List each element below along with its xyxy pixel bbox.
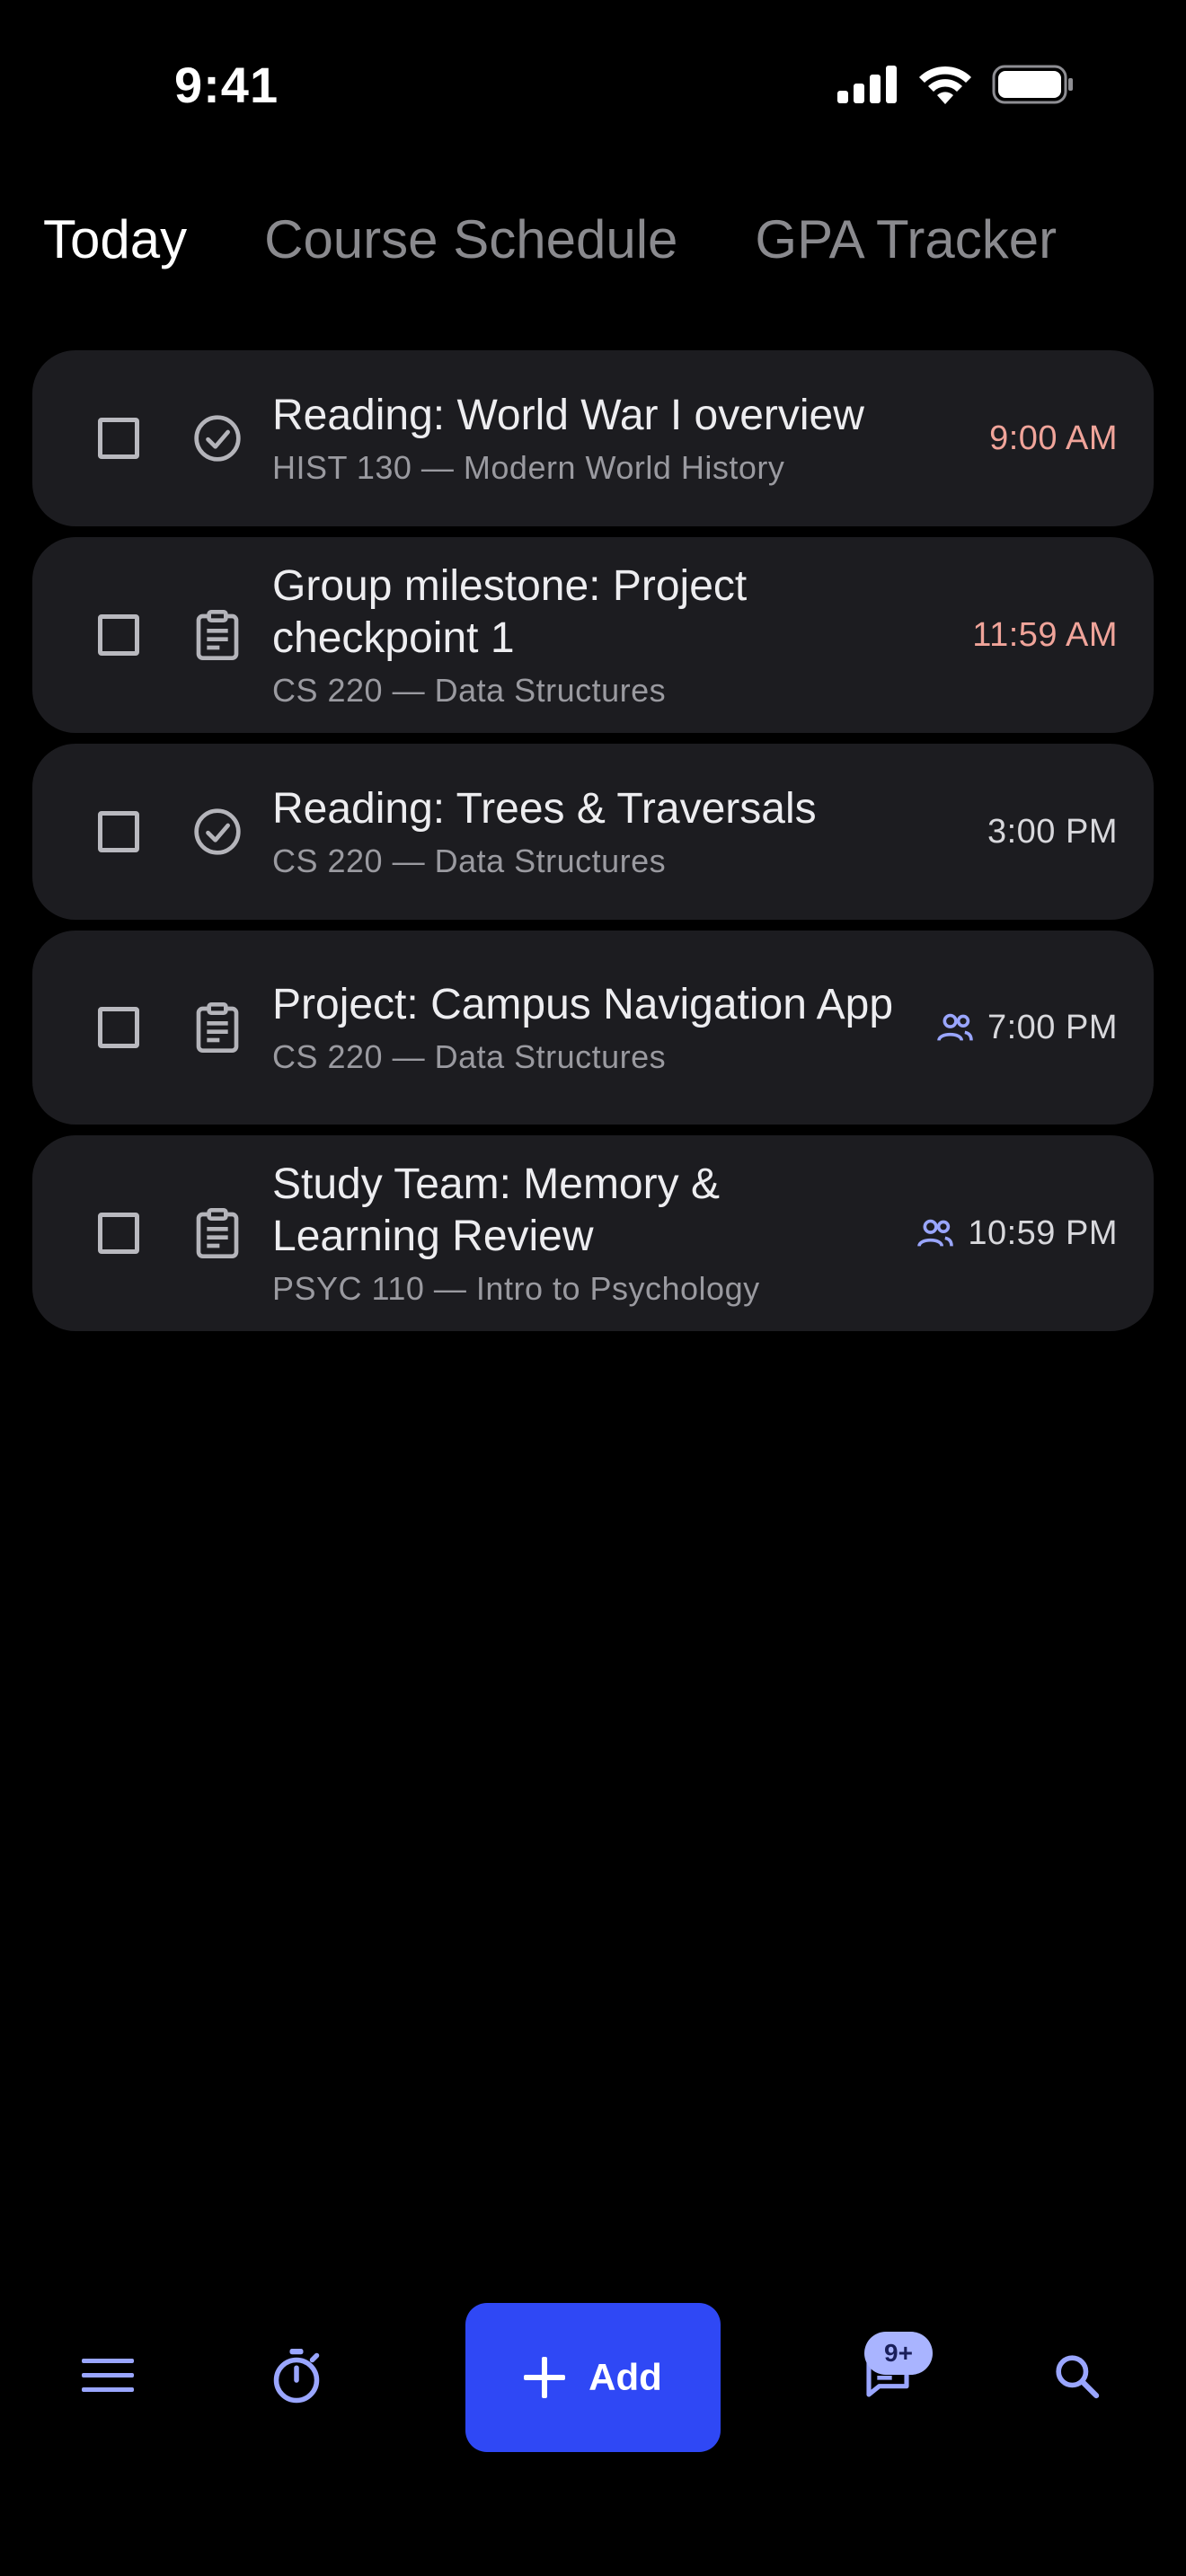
task-item[interactable]: Reading: Trees & Traversals CS 220 — Dat… — [32, 744, 1154, 920]
task-time: 7:00 PM — [987, 1008, 1118, 1046]
task-checkbox[interactable] — [98, 418, 139, 459]
task-title: Reading: World War I overview — [272, 392, 864, 439]
clipboard-icon — [191, 1001, 243, 1054]
task-checkbox[interactable] — [98, 1213, 139, 1254]
task-meta: 11:59 AM — [972, 616, 1118, 655]
battery-icon — [992, 65, 1073, 104]
task-course: PSYC 110 — Intro to Psychology — [272, 1270, 760, 1307]
task-time: 11:59 AM — [972, 615, 1118, 654]
clipboard-icon — [191, 1207, 243, 1259]
task-text: Study Team: Memory & Learning Review PSY… — [272, 1159, 898, 1308]
status-time: 9:41 — [174, 57, 279, 113]
tab-gpa-tracker[interactable]: GPA Tracker — [755, 208, 1057, 270]
task-meta: 3:00 PM — [987, 813, 1118, 851]
clipboard-icon — [191, 609, 243, 661]
tab-course-schedule[interactable]: Course Schedule — [264, 208, 677, 270]
bottom-nav: Add 9+ — [0, 2299, 1186, 2452]
wifi-icon — [919, 66, 971, 104]
task-course: CS 220 — Data Structures — [272, 1038, 667, 1075]
task-text: Project: Campus Navigation App CS 220 — … — [272, 979, 917, 1076]
status-icons — [837, 65, 1075, 104]
task-checkbox[interactable] — [98, 1007, 139, 1048]
task-checkbox[interactable] — [98, 811, 139, 852]
task-title: Study Team: Memory & Learning Review — [272, 1160, 720, 1260]
task-course: HIST 130 — Modern World History — [272, 449, 785, 486]
messages-badge: 9+ — [864, 2332, 933, 2375]
signal-icon — [837, 66, 897, 103]
menu-icon[interactable] — [72, 2299, 144, 2452]
task-course: CS 220 — Data Structures — [272, 842, 667, 879]
task-time: 3:00 PM — [987, 812, 1118, 851]
task-list: Reading: World War I overview HIST 130 —… — [32, 350, 1154, 1342]
task-title: Reading: Trees & Traversals — [272, 785, 817, 833]
task-item[interactable]: Project: Campus Navigation App CS 220 — … — [32, 931, 1154, 1125]
task-meta: 10:59 PM — [916, 1214, 1118, 1253]
check-circle-icon — [191, 806, 243, 858]
task-time: 10:59 PM — [968, 1213, 1118, 1252]
plus-icon — [524, 2357, 566, 2398]
task-title: Project: Campus Navigation App — [272, 981, 894, 1028]
task-text: Group milestone: Project checkpoint 1 CS… — [272, 560, 954, 710]
group-icon — [937, 1013, 973, 1041]
tab-today[interactable]: Today — [43, 208, 187, 270]
group-icon — [917, 1219, 954, 1247]
add-button[interactable]: Add — [465, 2303, 721, 2452]
task-course: CS 220 — Data Structures — [272, 672, 667, 709]
task-text: Reading: Trees & Traversals CS 220 — Dat… — [272, 783, 969, 880]
timer-icon[interactable] — [261, 2299, 332, 2452]
top-tabs: Today Course Schedule GPA Tracker — [43, 208, 1134, 270]
status-bar: 9:41 — [0, 0, 1186, 171]
task-checkbox[interactable] — [98, 614, 139, 656]
task-item[interactable]: Study Team: Memory & Learning Review PSY… — [32, 1135, 1154, 1331]
chat-icon[interactable] — [854, 2299, 922, 2452]
task-item[interactable]: Reading: World War I overview HIST 130 —… — [32, 350, 1154, 526]
task-time: 9:00 AM — [989, 419, 1118, 457]
search-icon[interactable] — [1042, 2299, 1111, 2452]
task-text: Reading: World War I overview HIST 130 —… — [272, 390, 971, 487]
task-title: Group milestone: Project checkpoint 1 — [272, 562, 748, 662]
add-label: Add — [589, 2356, 662, 2398]
task-meta: 7:00 PM — [935, 1009, 1118, 1047]
task-meta: 9:00 AM — [989, 419, 1118, 458]
check-circle-icon — [191, 412, 243, 464]
task-item[interactable]: Group milestone: Project checkpoint 1 CS… — [32, 537, 1154, 733]
